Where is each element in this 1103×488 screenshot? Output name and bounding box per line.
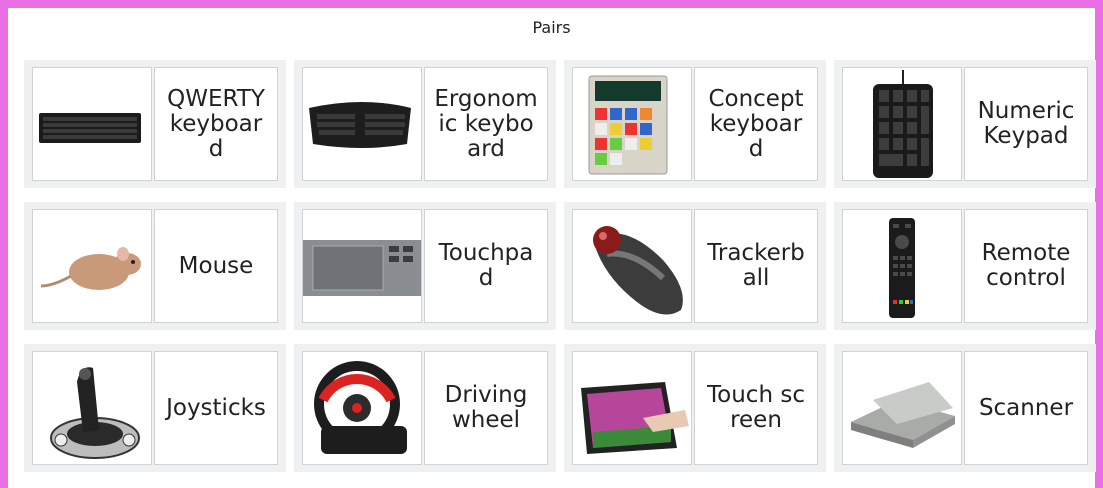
mouse-animal-icon[interactable] [32, 209, 152, 323]
scanner-icon[interactable] [842, 351, 962, 465]
pair-card[interactable]: QWERTY keyboard [24, 60, 286, 188]
pair-card[interactable]: Ergonomic keyboard [294, 60, 556, 188]
card-label[interactable]: Touchpad [424, 209, 548, 323]
touch-screen-icon[interactable] [572, 351, 692, 465]
numeric-keypad-icon[interactable] [842, 67, 962, 181]
pair-card[interactable]: Joysticks [24, 344, 286, 472]
card-label[interactable]: Scanner [964, 351, 1088, 465]
card-label[interactable]: QWERTY keyboard [154, 67, 278, 181]
trackerball-icon[interactable] [572, 209, 692, 323]
concept-keyboard-icon[interactable] [572, 67, 692, 181]
card-label[interactable]: Concept keyboard [694, 67, 818, 181]
pairs-grid: QWERTY keyboard Ergonomic keyboard Conce… [24, 60, 1096, 472]
card-label[interactable]: Remote control [964, 209, 1088, 323]
pair-card[interactable]: Scanner [834, 344, 1096, 472]
ergonomic-keyboard-icon[interactable] [302, 67, 422, 181]
pair-card[interactable]: Mouse [24, 202, 286, 330]
card-label[interactable]: Numeric Keypad [964, 67, 1088, 181]
pair-card[interactable]: Trackerball [564, 202, 826, 330]
pair-card[interactable]: Remote control [834, 202, 1096, 330]
pair-card[interactable]: Concept keyboard [564, 60, 826, 188]
remote-control-icon[interactable] [842, 209, 962, 323]
touchpad-icon[interactable] [302, 209, 422, 323]
page-title: Pairs [532, 18, 571, 37]
card-label[interactable]: Driving wheel [424, 351, 548, 465]
card-label[interactable]: Ergonomic keyboard [424, 67, 548, 181]
card-label[interactable]: Joysticks [154, 351, 278, 465]
driving-wheel-icon[interactable] [302, 351, 422, 465]
keyboard-icon[interactable] [32, 67, 152, 181]
card-label[interactable]: Touch screen [694, 351, 818, 465]
pair-card[interactable]: Numeric Keypad [834, 60, 1096, 188]
card-label[interactable]: Trackerball [694, 209, 818, 323]
pair-card[interactable]: Touchpad [294, 202, 556, 330]
pair-card[interactable]: Driving wheel [294, 344, 556, 472]
joystick-icon[interactable] [32, 351, 152, 465]
card-label[interactable]: Mouse [154, 209, 278, 323]
pair-card[interactable]: Touch screen [564, 344, 826, 472]
